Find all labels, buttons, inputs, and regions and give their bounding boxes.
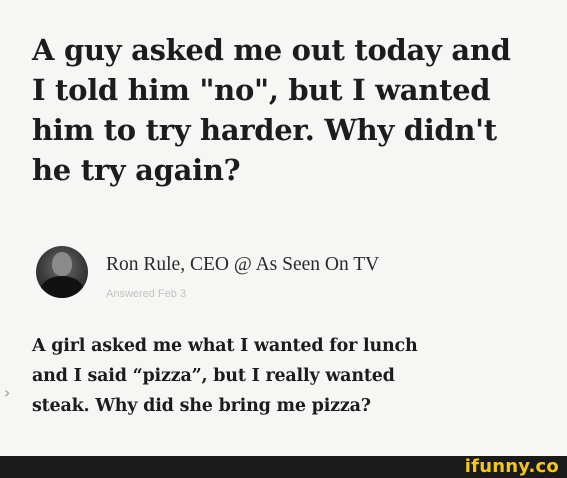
answer-text: A girl asked me what I wanted for lunch … bbox=[32, 331, 532, 421]
answer-author-row: Ron Rule, CEO @ As Seen On TV Answered F… bbox=[36, 246, 536, 306]
answer-line: steak. Why did she bring me pizza? bbox=[32, 396, 371, 416]
screenshot-page: A guy asked me out today and I told him … bbox=[0, 0, 567, 478]
author-name-link[interactable]: Ron Rule, CEO @ As Seen On TV bbox=[106, 254, 379, 276]
question-line: he try again? bbox=[32, 153, 241, 187]
footer-bar: ifunny.co bbox=[0, 456, 567, 478]
question-title[interactable]: A guy asked me out today and I told him … bbox=[32, 30, 542, 190]
question-line: I told him "no", but I wanted bbox=[32, 73, 491, 107]
answer-line: A girl asked me what I wanted for lunch bbox=[32, 336, 418, 356]
chevron-right-icon[interactable]: › bbox=[4, 383, 10, 402]
avatar-shoulders-shape bbox=[40, 276, 84, 298]
question-line: A guy asked me out today and bbox=[32, 33, 511, 67]
question-line: him to try harder. Why didn't bbox=[32, 113, 497, 147]
avatar[interactable] bbox=[36, 246, 88, 298]
answered-date: Answered Feb 3 bbox=[106, 288, 187, 300]
answer-line: and I said “pizza”, but I really wanted bbox=[32, 366, 395, 386]
avatar-head-shape bbox=[52, 252, 72, 276]
ifunny-watermark: ifunny.co bbox=[464, 456, 559, 477]
